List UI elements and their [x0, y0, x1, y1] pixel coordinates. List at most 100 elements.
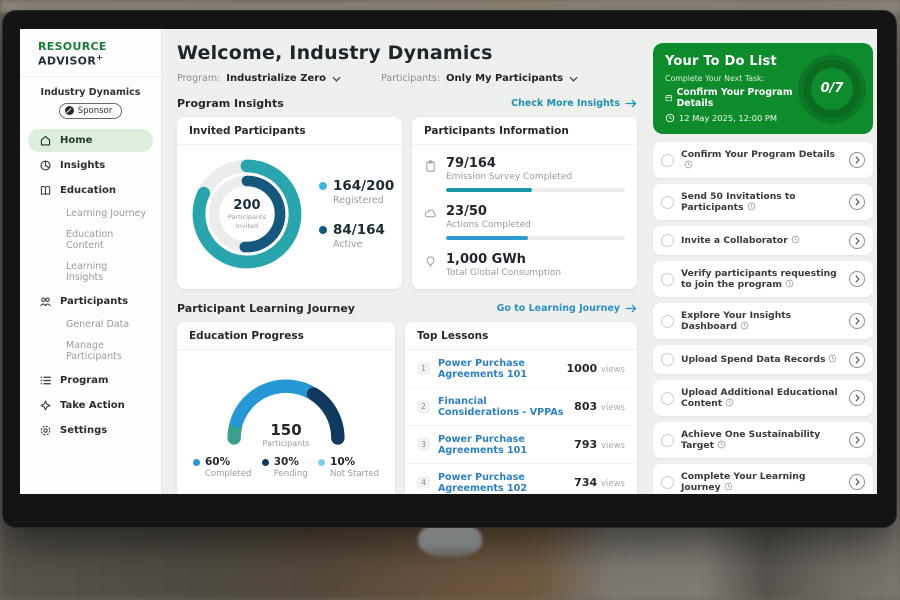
- monitor-bezel: RESOURCE ADVISOR+ Industry Dynamics Spon…: [2, 10, 897, 528]
- lesson-rank: 4: [417, 476, 430, 489]
- legend-pct: 10%: [330, 456, 355, 468]
- logo-text-primary: RESOURCE: [38, 40, 107, 53]
- task-list: Confirm Your Program Details Send 50 Inv…: [653, 142, 873, 494]
- task-label: Explore Your Insights Dashboard: [681, 310, 791, 333]
- clipboard-icon: [424, 159, 437, 173]
- lesson-link[interactable]: Power Purchase Agreements 101: [438, 358, 559, 380]
- invited-participants-card: Invited Participants 200 Participants In…: [177, 117, 402, 289]
- clock-icon: [747, 202, 756, 211]
- legend-dot: [319, 182, 327, 190]
- task-chevron-button[interactable]: [849, 474, 865, 490]
- task-chevron-button[interactable]: [849, 390, 865, 406]
- lesson-link[interactable]: Power Purchase Agreements 101: [438, 434, 566, 456]
- sidebar-item-participants[interactable]: Participants: [28, 290, 153, 313]
- lesson-link[interactable]: Power Purchase Agreements 102: [438, 472, 566, 494]
- legend-dot: [193, 459, 200, 466]
- task-checkbox[interactable]: [661, 234, 674, 247]
- task-chevron-button[interactable]: [849, 432, 865, 448]
- sponsor-badge[interactable]: Sponsor: [59, 103, 123, 119]
- task-checkbox[interactable]: [661, 154, 674, 167]
- lesson-row[interactable]: 1 Power Purchase Agreements 101 1000 vie…: [405, 350, 637, 388]
- progress-bar: [446, 188, 625, 192]
- todo-title: Your To Do List: [665, 54, 795, 69]
- task-row[interactable]: Achieve One Sustainability Target: [653, 422, 873, 458]
- task-row[interactable]: Send 50 Invitations to Participants: [653, 184, 873, 220]
- learning-journey-header: Participant Learning Journey Go to Learn…: [177, 302, 637, 315]
- clock-icon: [828, 354, 837, 363]
- task-chevron-button[interactable]: [849, 352, 865, 368]
- dashboard-screen: RESOURCE ADVISOR+ Industry Dynamics Spon…: [20, 29, 877, 494]
- sidebar-item-education[interactable]: Education: [28, 179, 153, 202]
- task-checkbox[interactable]: [661, 273, 674, 286]
- lesson-row[interactable]: 2 Financial Considerations - VPPAs 803 v…: [405, 388, 637, 426]
- gauge-legend: 60% Completed 30% Pending 10% Not Starte…: [187, 456, 385, 479]
- sidebar-item-program[interactable]: Program: [28, 369, 153, 392]
- todo-due: 12 May 2025, 12:00 PM: [665, 113, 795, 123]
- sponsor-icon: [65, 106, 74, 115]
- education-body: 150 Participants 60% Completed 30%: [177, 350, 395, 487]
- task-chevron-button[interactable]: [849, 152, 865, 168]
- program-dropdown[interactable]: Program: Industrialize Zero: [177, 73, 341, 84]
- task-label: Verify participants requesting to join t…: [681, 268, 837, 291]
- task-chevron-button[interactable]: [849, 194, 865, 210]
- sidebar-item-take-action[interactable]: Take Action: [28, 394, 153, 417]
- invited-donut-chart: 200 Participants Invited: [183, 150, 311, 278]
- chevron-right-icon: [855, 156, 860, 164]
- task-chevron-button[interactable]: [849, 313, 865, 329]
- sidebar-item-manage-participants[interactable]: Manage Participants: [28, 336, 153, 367]
- task-row[interactable]: Complete Your Learning Journey: [653, 464, 873, 494]
- sidebar-item-settings[interactable]: Settings: [28, 419, 153, 442]
- check-more-insights-link[interactable]: Check More Insights: [511, 98, 637, 109]
- participants-dropdown[interactable]: Participants: Only My Participants: [381, 73, 578, 84]
- task-row[interactable]: Upload Spend Data Records: [653, 345, 873, 374]
- participants-value: Only My Participants: [446, 73, 563, 84]
- sponsor-label: Sponsor: [78, 106, 113, 116]
- filter-bar: Program: Industrialize Zero Participants…: [177, 73, 637, 84]
- task-checkbox[interactable]: [661, 353, 674, 366]
- legend-dot: [262, 459, 269, 466]
- donut-center: 200 Participants Invited: [183, 150, 311, 278]
- gear-icon: [39, 424, 52, 437]
- lesson-link[interactable]: Financial Considerations - VPPAs: [438, 396, 566, 418]
- task-row[interactable]: Confirm Your Program Details: [653, 142, 873, 178]
- section-title: Participant Learning Journey: [177, 302, 355, 315]
- program-value: Industrialize Zero: [226, 73, 326, 84]
- todo-due-label: 12 May 2025, 12:00 PM: [679, 113, 777, 123]
- lessons-list: 1 Power Purchase Agreements 101 1000 vie…: [405, 350, 637, 494]
- progress-fill: [446, 188, 532, 192]
- task-checkbox[interactable]: [661, 315, 674, 328]
- sidebar-item-general-data[interactable]: General Data: [28, 315, 153, 335]
- arrow-right-icon: [625, 304, 637, 313]
- task-checkbox[interactable]: [661, 434, 674, 447]
- lesson-row[interactable]: 3 Power Purchase Agreements 101 793 view…: [405, 426, 637, 464]
- sidebar-item-learning-journey[interactable]: Learning Journey: [28, 204, 153, 224]
- task-row[interactable]: Upload Additional Educational Content: [653, 380, 873, 416]
- legend-pending: 30% Pending: [262, 456, 308, 479]
- task-row[interactable]: Invite a Collaborator: [653, 226, 873, 255]
- education-gauge-chart: 150 Participants: [201, 356, 371, 448]
- org-name: Industry Dynamics: [20, 87, 161, 98]
- todo-subtitle: Complete Your Next Task:: [665, 74, 795, 83]
- task-row[interactable]: Verify participants requesting to join t…: [653, 261, 873, 297]
- task-checkbox[interactable]: [661, 476, 674, 489]
- views-suffix: views: [601, 365, 625, 375]
- todo-next-task[interactable]: Confirm Your Program Details: [665, 87, 795, 109]
- task-row[interactable]: Explore Your Insights Dashboard: [653, 303, 873, 339]
- legend-not-started: 10% Not Started: [318, 456, 379, 479]
- sidebar: RESOURCE ADVISOR+ Industry Dynamics Spon…: [20, 29, 162, 494]
- sidebar-item-education-content[interactable]: Education Content: [28, 225, 153, 256]
- sidebar-item-home[interactable]: Home: [28, 129, 153, 152]
- sidebar-item-insights[interactable]: Insights: [28, 154, 153, 177]
- task-checkbox[interactable]: [661, 392, 674, 405]
- logo-text-secondary: ADVISOR: [38, 55, 96, 68]
- todo-next-task-label: Confirm Your Program Details: [677, 87, 795, 109]
- task-chevron-button[interactable]: [849, 271, 865, 287]
- go-to-learning-journey-link[interactable]: Go to Learning Journey: [497, 303, 637, 314]
- sidebar-item-learning-insights[interactable]: Learning Insights: [28, 257, 153, 288]
- lesson-row[interactable]: 4 Power Purchase Agreements 102 734 view…: [405, 464, 637, 494]
- task-chevron-button[interactable]: [849, 233, 865, 249]
- task-checkbox[interactable]: [661, 196, 674, 209]
- legend-label: Registered: [333, 195, 394, 206]
- lesson-views: 793: [574, 438, 597, 451]
- chevron-right-icon: [855, 317, 860, 325]
